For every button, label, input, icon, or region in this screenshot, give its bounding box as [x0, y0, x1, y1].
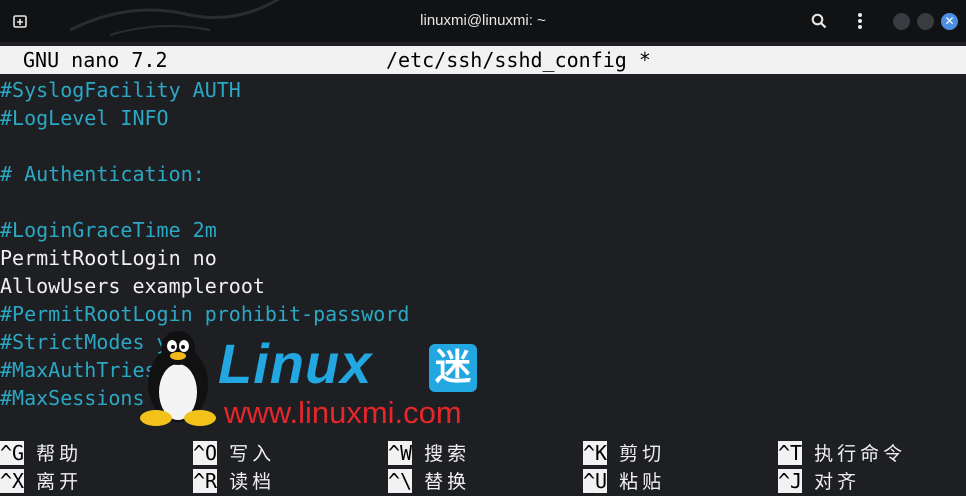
shortcut-key: ^R — [193, 469, 218, 493]
shortcut-key: ^T — [778, 441, 803, 465]
shortcut-replace[interactable]: ^\ 替换 — [388, 467, 470, 495]
editor-line[interactable]: PermitRootLogin no — [0, 244, 966, 272]
shortcut-label: 剪切 — [619, 443, 666, 465]
shortcut-label: 粘贴 — [619, 471, 666, 493]
nano-header: GNU nano 7.2 /etc/ssh/sshd_config * — [0, 46, 966, 74]
shortcut-label: 离开 — [36, 471, 83, 493]
shortcut-help[interactable]: ^G 帮助 — [0, 439, 82, 467]
watermark-url: www.linuxmi.com — [224, 395, 462, 430]
linuxmi-watermark: Linux 迷 www.linuxmi.com — [128, 322, 508, 432]
shortcut-label: 写入 — [229, 443, 276, 465]
editor-line[interactable] — [0, 132, 966, 160]
shortcut-key: ^W — [388, 441, 413, 465]
shortcut-key: ^O — [193, 441, 218, 465]
editor-line[interactable]: #SyslogFacility AUTH — [0, 76, 966, 104]
shortcut-paste[interactable]: ^U 粘贴 — [583, 467, 665, 495]
shortcut-label: 读档 — [229, 471, 276, 493]
nano-version: GNU nano 7.2 — [23, 48, 168, 72]
shortcut-label: 对齐 — [814, 471, 861, 493]
maximize-icon[interactable] — [917, 13, 934, 30]
nano-filename: /etc/ssh/sshd_config * — [386, 48, 651, 72]
editor-line[interactable]: #LoginGraceTime 2m — [0, 216, 966, 244]
shortcut-justify[interactable]: ^J 对齐 — [778, 467, 860, 495]
shortcut-key: ^G — [0, 441, 25, 465]
shortcut-read-file[interactable]: ^R 读档 — [193, 467, 275, 495]
shortcut-key: ^X — [0, 469, 25, 493]
shortcut-cut[interactable]: ^K 剪切 — [583, 439, 665, 467]
shortcut-search[interactable]: ^W 搜索 — [388, 439, 470, 467]
shortcut-label: 搜索 — [424, 443, 471, 465]
editor-line[interactable] — [0, 188, 966, 216]
minimize-icon[interactable] — [893, 13, 910, 30]
shortcut-key: ^\ — [388, 469, 413, 493]
shortcut-write[interactable]: ^O 写入 — [193, 439, 275, 467]
nano-shortcut-bar: ^G 帮助 ^O 写入 ^W 搜索 ^K 剪切 ^T 执行命令 ^X 离开 ^R 读档 ^\ 替… — [0, 439, 966, 495]
editor-line[interactable]: #LogLevel INFO — [0, 104, 966, 132]
tux-penguin-icon — [140, 331, 216, 426]
watermark-brand-cn: 迷 — [429, 344, 477, 392]
shortcut-key: ^U — [583, 469, 608, 493]
editor-line[interactable]: AllowUsers exampleroot — [0, 272, 966, 300]
close-icon[interactable]: ✕ — [941, 13, 958, 30]
search-icon[interactable] — [808, 10, 830, 32]
shortcut-label: 执行命令 — [814, 443, 907, 465]
shortcut-execute[interactable]: ^T 执行命令 — [778, 439, 906, 467]
kebab-menu-icon[interactable] — [849, 10, 871, 32]
shortcut-key: ^J — [778, 469, 803, 493]
shortcut-label: 替换 — [424, 471, 471, 493]
shortcut-exit[interactable]: ^X 离开 — [0, 467, 82, 495]
editor-line[interactable]: # Authentication: — [0, 160, 966, 188]
shortcut-key: ^K — [583, 441, 608, 465]
terminal-titlebar: linuxmi@linuxmi: ~ ✕ — [0, 0, 966, 42]
watermark-brand: Linux — [218, 332, 373, 395]
shortcut-label: 帮助 — [36, 443, 83, 465]
